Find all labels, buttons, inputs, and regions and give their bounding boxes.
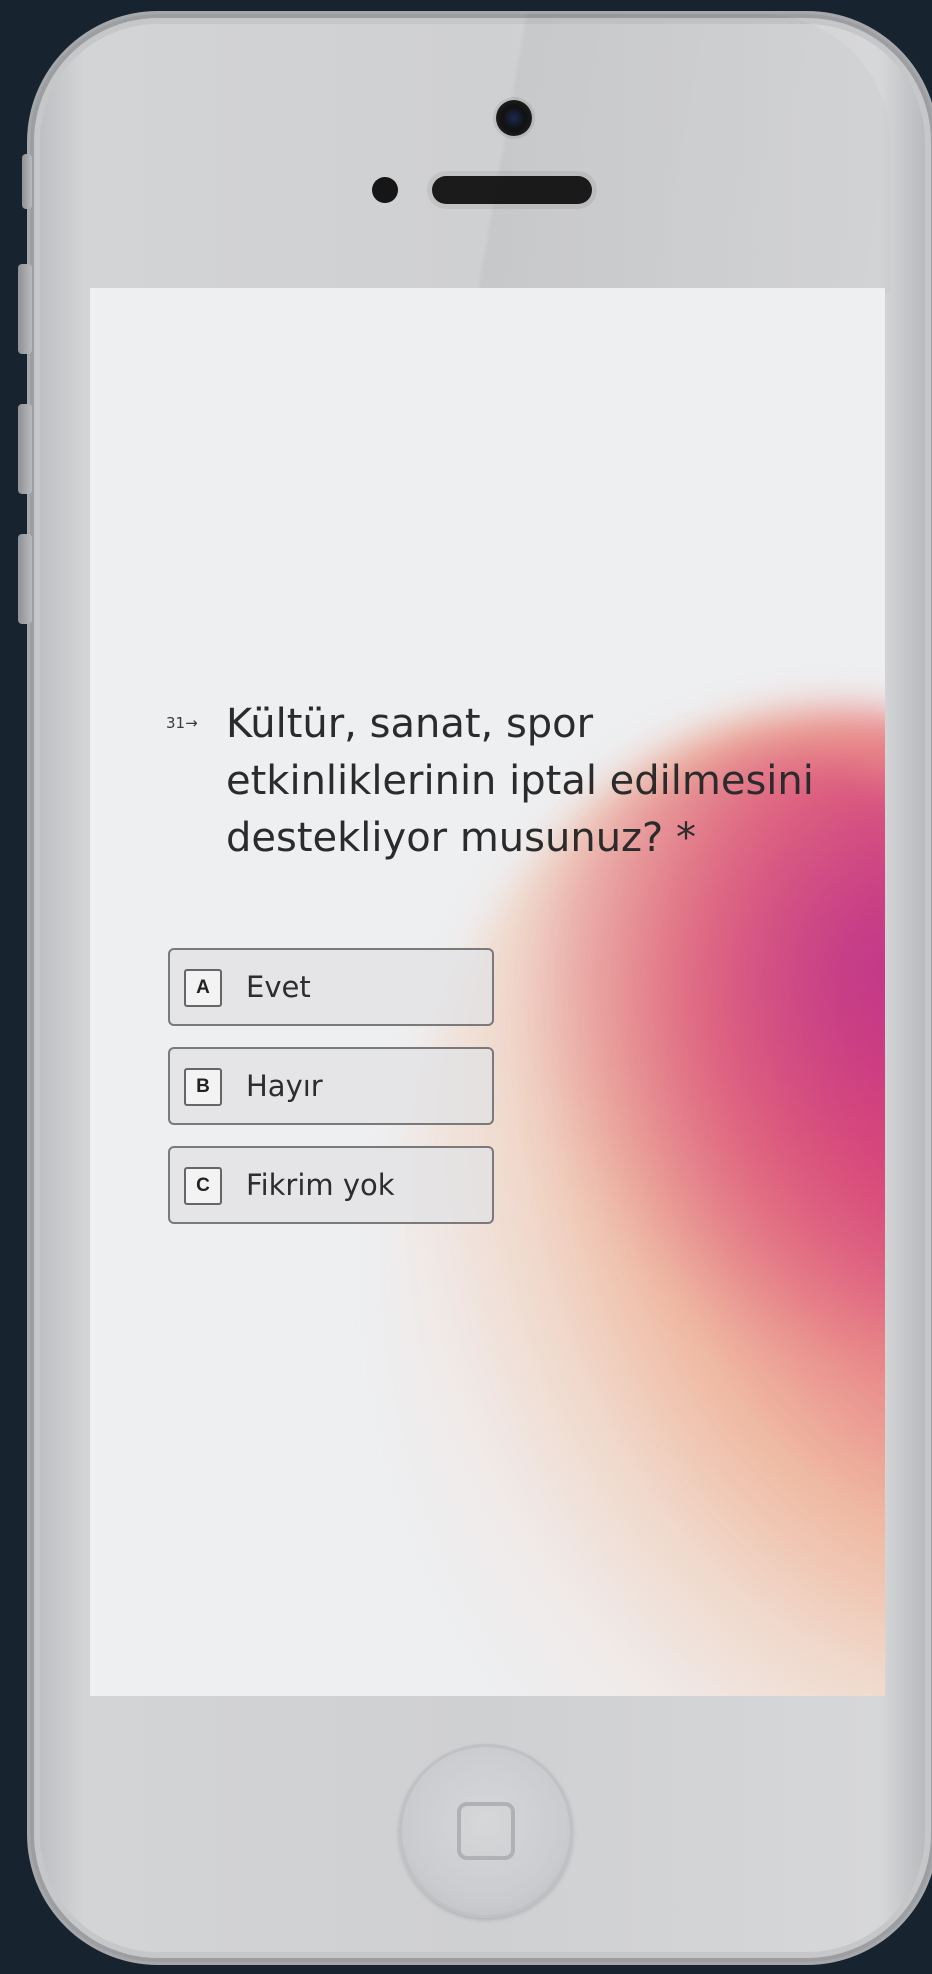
home-square-icon [457, 1802, 515, 1860]
choice-label-b: Hayır [246, 1069, 323, 1103]
choice-key-a: A [184, 969, 222, 1007]
side-button-volume-down [18, 534, 32, 624]
earpiece-speaker-icon [432, 176, 592, 204]
choice-list: A Evet B Hayır C Fikrim yok [168, 948, 498, 1245]
side-button-mute [18, 264, 32, 354]
choice-label-c: Fikrim yok [246, 1168, 395, 1202]
side-button-left [22, 154, 32, 209]
proximity-sensor-icon [372, 177, 398, 203]
choice-option-b[interactable]: B Hayır [168, 1047, 494, 1125]
choice-key-b: B [184, 1068, 222, 1106]
home-button[interactable] [399, 1744, 573, 1918]
side-button-volume-up [18, 404, 32, 494]
choice-option-a[interactable]: A Evet [168, 948, 494, 1026]
survey-screen: 31→ Kültür, sanat, spor etkinliklerinin … [90, 288, 885, 1696]
choice-key-c: C [184, 1167, 222, 1205]
front-camera-icon [496, 100, 532, 136]
question-text: Kültür, sanat, spor etkinliklerinin ipta… [226, 701, 814, 861]
choice-option-c[interactable]: C Fikrim yok [168, 1146, 494, 1224]
choice-label-a: Evet [246, 970, 311, 1004]
question-number: 31→ [166, 714, 198, 732]
